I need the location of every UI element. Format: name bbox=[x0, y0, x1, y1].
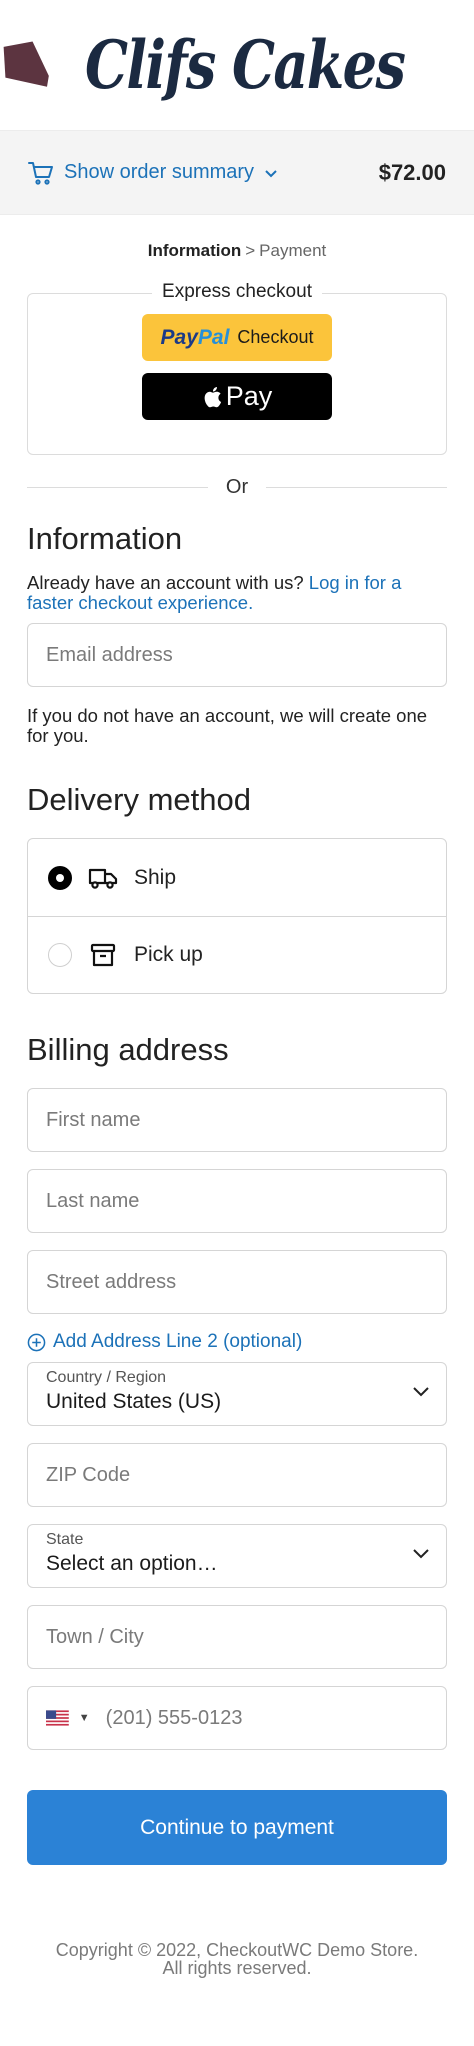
country-code-caret-icon[interactable]: ▼ bbox=[79, 1712, 90, 1724]
delivery-option-label: Pick up bbox=[134, 943, 203, 966]
express-checkout-legend: Express checkout bbox=[152, 281, 322, 303]
breadcrumb: Information > Payment bbox=[0, 241, 474, 261]
add-address-line-2-link[interactable]: Add Address Line 2 (optional) bbox=[27, 1331, 447, 1353]
country-region-select[interactable]: Country / Region United States (US) bbox=[27, 1362, 447, 1426]
plus-circle-icon bbox=[27, 1333, 46, 1351]
paypal-logo: PayPal bbox=[160, 325, 230, 349]
account-note: If you do not have an account, we will c… bbox=[27, 705, 428, 746]
or-divider: Or bbox=[27, 476, 447, 499]
divider-line bbox=[27, 487, 208, 488]
breadcrumb-payment[interactable]: Payment bbox=[259, 241, 326, 260]
country-region-value: United States (US) bbox=[46, 1390, 222, 1413]
apple-icon bbox=[204, 386, 221, 407]
delivery-option-pickup[interactable]: Pick up bbox=[28, 916, 446, 993]
order-summary-toggle[interactable]: Show order summary bbox=[28, 161, 278, 185]
store-logo[interactable]: Clifs Cakes bbox=[85, 26, 406, 104]
cart-icon bbox=[28, 161, 53, 185]
zip-code-input[interactable] bbox=[46, 1463, 428, 1487]
store-header: Clifs Cakes bbox=[0, 0, 474, 130]
express-checkout-box: Express checkout PayPal Checkout Pay bbox=[27, 281, 447, 455]
billing-address-heading: Billing address bbox=[27, 1032, 229, 1067]
radio-unselected[interactable] bbox=[48, 943, 72, 967]
delivery-method-options: Ship Pick up bbox=[27, 838, 447, 994]
email-field[interactable] bbox=[27, 623, 447, 687]
breadcrumb-separator: > bbox=[245, 241, 256, 260]
paypal-checkout-label: Checkout bbox=[237, 327, 314, 347]
add-address-line-2-label: Add Address Line 2 (optional) bbox=[53, 1331, 303, 1352]
first-name-input[interactable] bbox=[46, 1108, 428, 1132]
paypal-checkout-button[interactable]: PayPal Checkout bbox=[142, 314, 332, 361]
delivery-method-heading: Delivery method bbox=[27, 782, 251, 817]
phone-field[interactable]: ▼ bbox=[27, 1686, 447, 1750]
rights-line: All rights reserved. bbox=[162, 1958, 312, 1978]
divider-line bbox=[266, 487, 447, 488]
footer-copyright: Copyright © 2022, CheckoutWC Demo Store.… bbox=[27, 1941, 447, 1977]
state-value: Select an option… bbox=[46, 1552, 218, 1575]
or-text: Or bbox=[225, 476, 249, 498]
zip-code-field[interactable] bbox=[27, 1443, 447, 1507]
login-prompt: Already have an account with us? Log in … bbox=[27, 573, 447, 613]
cake-slice-logo-icon bbox=[3, 41, 49, 87]
continue-to-payment-button[interactable]: Continue to payment bbox=[27, 1790, 447, 1865]
order-summary-toggle-label: Show order summary bbox=[64, 161, 255, 183]
breadcrumb-information: Information bbox=[147, 241, 242, 260]
truck-icon bbox=[88, 863, 118, 893]
order-total: $72.00 bbox=[378, 159, 446, 185]
last-name-input[interactable] bbox=[46, 1189, 428, 1213]
chevron-down-icon bbox=[265, 169, 277, 177]
radio-selected[interactable] bbox=[48, 865, 72, 890]
us-flag-icon[interactable] bbox=[46, 1709, 69, 1727]
order-summary-bar: Show order summary $72.00 bbox=[0, 130, 474, 215]
delivery-option-label: Ship bbox=[134, 865, 177, 889]
login-prompt-text: Already have an account with us? bbox=[27, 572, 304, 593]
first-name-field[interactable] bbox=[27, 1088, 447, 1152]
archive-box-icon bbox=[88, 940, 118, 970]
country-region-label: Country / Region bbox=[46, 1369, 167, 1386]
street-address-input[interactable] bbox=[46, 1270, 428, 1294]
email-input[interactable] bbox=[46, 643, 428, 667]
last-name-field[interactable] bbox=[27, 1169, 447, 1233]
phone-input[interactable] bbox=[105, 1706, 428, 1730]
copyright-line: Copyright © 2022, CheckoutWC Demo Store. bbox=[55, 1940, 419, 1960]
chevron-down-icon bbox=[413, 1387, 429, 1397]
state-label: State bbox=[46, 1531, 84, 1548]
town-city-field[interactable] bbox=[27, 1605, 447, 1669]
information-heading: Information bbox=[27, 521, 183, 556]
delivery-option-ship[interactable]: Ship bbox=[28, 839, 446, 916]
street-address-field[interactable] bbox=[27, 1250, 447, 1314]
state-select[interactable]: State Select an option… bbox=[27, 1524, 447, 1588]
chevron-down-icon bbox=[413, 1549, 429, 1559]
apple-pay-label: Pay bbox=[225, 381, 273, 411]
town-city-input[interactable] bbox=[46, 1625, 428, 1649]
apple-pay-button[interactable]: Pay bbox=[142, 373, 332, 420]
